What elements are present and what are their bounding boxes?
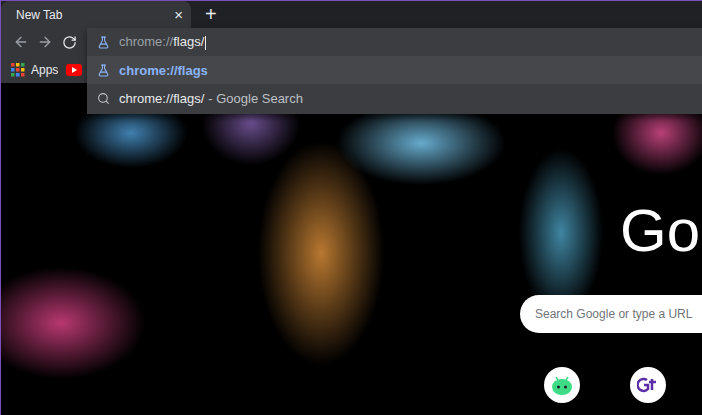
google-logo: Go bbox=[620, 201, 702, 261]
bookmark[interactable] bbox=[66, 64, 82, 76]
omnibox-suggestion[interactable]: chrome://flags/- Google Search bbox=[87, 84, 702, 112]
reload-icon bbox=[62, 35, 77, 50]
apps-icon bbox=[11, 63, 25, 77]
new-tab-page: Go Search Google or type a URL bbox=[1, 83, 702, 415]
reload-button[interactable] bbox=[57, 30, 81, 54]
flask-icon bbox=[97, 64, 110, 77]
youtube-icon bbox=[66, 64, 82, 76]
new-tab-button[interactable]: + bbox=[201, 1, 221, 28]
android-icon bbox=[551, 375, 573, 395]
tab-close-button[interactable]: × bbox=[174, 7, 183, 22]
forward-button[interactable] bbox=[33, 30, 57, 54]
tab-strip: New Tab× + bbox=[1, 1, 702, 28]
back-button[interactable] bbox=[9, 30, 33, 54]
shortcuts bbox=[520, 367, 702, 403]
shortcut-tile[interactable] bbox=[630, 367, 666, 403]
shortcut-tile[interactable] bbox=[544, 367, 580, 403]
ntp-column: Go Search Google or type a URL bbox=[520, 83, 702, 415]
bookmark[interactable]: Apps bbox=[11, 63, 58, 77]
flask-icon bbox=[97, 36, 110, 49]
omnibox-suggestion[interactable]: chrome://flags bbox=[87, 56, 702, 84]
omnibox[interactable]: chrome://flags/chrome://flagschrome://fl… bbox=[87, 28, 702, 56]
omnibox-popup: chrome://flags/chrome://flagschrome://fl… bbox=[87, 28, 702, 114]
search-box[interactable]: Search Google or type a URL bbox=[520, 295, 702, 333]
toolbar: chrome://flags/chrome://flagschrome://fl… bbox=[1, 28, 702, 56]
browser-window: New Tab× +chrome://flags/chrome://flagsch… bbox=[0, 0, 702, 415]
guidingtech-icon bbox=[637, 376, 659, 394]
back-arrow-icon bbox=[13, 34, 29, 50]
omnibox-input[interactable]: chrome://flags/ bbox=[87, 28, 702, 56]
forward-arrow-icon bbox=[37, 34, 53, 50]
tab[interactable]: New Tab× bbox=[1, 1, 191, 28]
search-icon bbox=[97, 92, 110, 105]
